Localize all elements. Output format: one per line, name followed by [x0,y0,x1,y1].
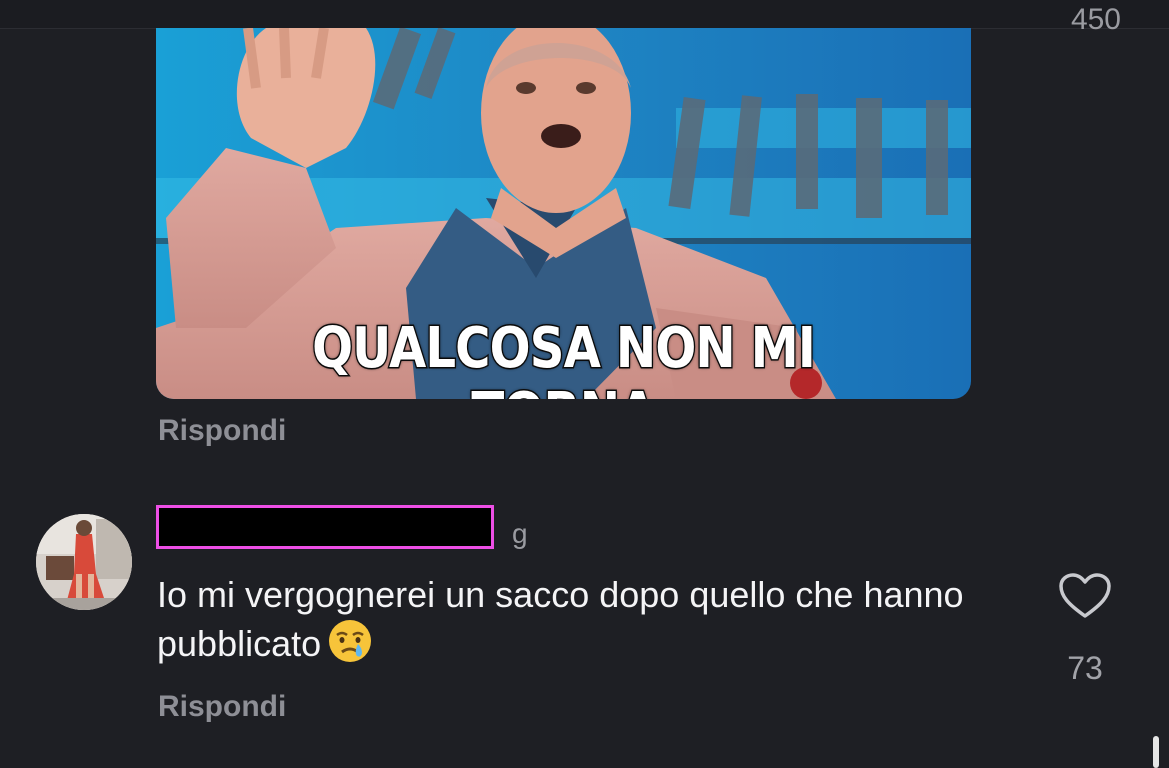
comment-body: Io mi vergognerei un sacco dopo quello c… [157,572,1037,667]
avatar[interactable] [36,514,132,610]
avatar-photo [36,514,132,610]
reply-button[interactable]: Rispondi [158,690,286,724]
comment-text: Io mi vergognerei un sacco dopo quello c… [157,574,964,664]
like-button[interactable] [1058,572,1112,620]
scrollbar[interactable] [1153,736,1159,768]
username-redacted[interactable] [156,505,494,549]
gif-attachment[interactable]: QUALCOSA NON MI TORNA [156,28,971,399]
gif-caption: QUALCOSA NON MI TORNA [311,315,817,400]
crying-face-icon [329,620,372,662]
heart-icon [1059,573,1111,618]
comment-timestamp: g [512,518,528,549]
like-count: 73 [1067,650,1103,686]
top-divider [0,0,1169,29]
previous-like-count: 450 [1070,8,1121,30]
reply-button[interactable]: Rispondi [158,414,286,448]
